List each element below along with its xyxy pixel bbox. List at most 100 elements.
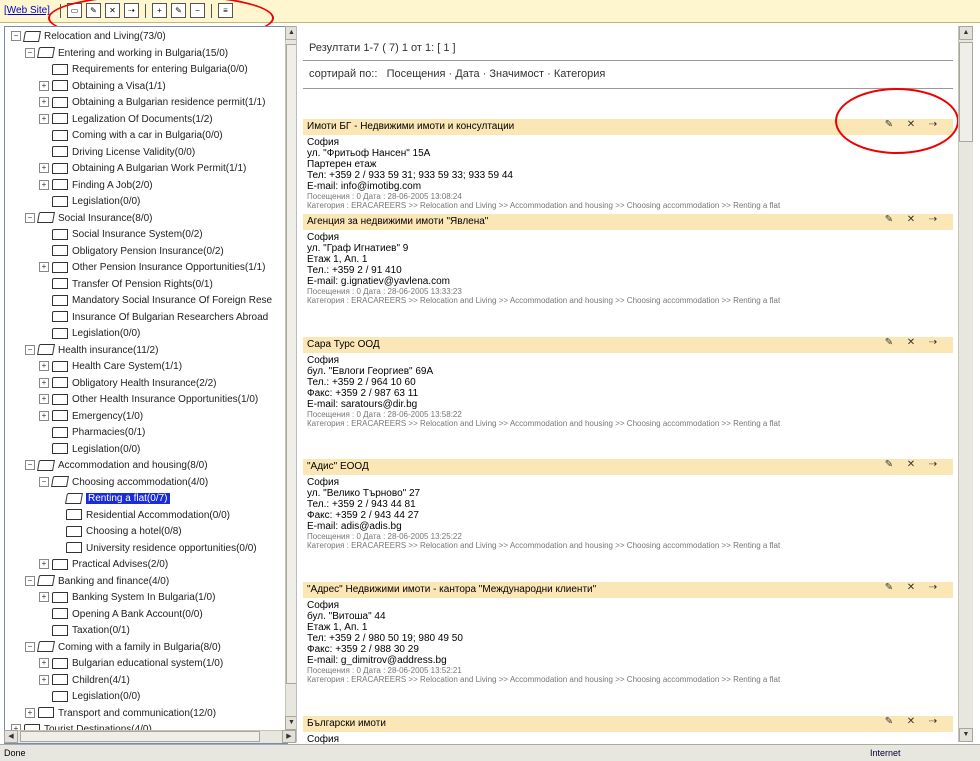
expand-icon[interactable]: + xyxy=(39,163,49,174)
tree-node[interactable]: Legislation(0/0) xyxy=(39,442,140,458)
sort-by-category[interactable]: Категория xyxy=(554,68,605,80)
result-title[interactable]: "Адрес" Недвижими имоти - кантора "Между… xyxy=(307,584,596,595)
tree-node[interactable]: + Obtaining a Visa(1/1) xyxy=(39,79,166,95)
scroll-down-arrow[interactable]: ▼ xyxy=(959,728,973,742)
tree-node-label[interactable]: Opening A Bank Account(0/0) xyxy=(72,609,203,620)
tree-node[interactable]: Residential Accommodation(0/0) xyxy=(53,508,230,524)
tree-node[interactable]: Taxation(0/1) xyxy=(39,623,130,639)
tree-node[interactable]: + Other Health Insurance Opportunities(1/… xyxy=(39,392,258,408)
tree-node-label[interactable]: Residential Accommodation(0/0) xyxy=(86,510,230,521)
result-title[interactable]: Български имоти xyxy=(307,718,386,729)
tree-node-label[interactable]: Coming with a family in Bulgaria(8/0) xyxy=(58,642,221,653)
tree-node-label[interactable]: Obtaining a Visa(1/1) xyxy=(72,81,166,92)
move-entry-icon[interactable]: ⇢ xyxy=(927,214,939,226)
tree-node[interactable]: Requirements for entering Bulgaria(0/0) xyxy=(39,62,248,78)
tree-node-label[interactable]: Legislation(0/0) xyxy=(72,328,140,339)
tree-node-label[interactable]: Choosing a hotel(0/8) xyxy=(86,526,182,537)
tree-node-label[interactable]: Obligatory Health Insurance(2/2) xyxy=(72,378,217,389)
tree-node[interactable]: Pharmacies(0/1) xyxy=(39,425,145,441)
tree-node[interactable]: Mandatory Social Insurance Of Foreign Re… xyxy=(39,293,272,309)
expand-icon[interactable]: + xyxy=(39,97,49,108)
tree-node[interactable]: + Obtaining A Bulgarian Work Permit(1/1) xyxy=(39,161,246,177)
tree-node[interactable]: − Social Insurance(8/0) xyxy=(25,211,153,227)
tree-horizontal-scrollbar[interactable]: ◀ ▶ xyxy=(4,730,297,743)
result-title[interactable]: Сара Турс ООД xyxy=(307,339,380,350)
delete-entry-icon[interactable]: ✕ xyxy=(905,582,917,594)
tree-node-label[interactable]: Banking System In Bulgaria(1/0) xyxy=(72,592,215,603)
tree-node[interactable]: Transfer Of Pension Rights(0/1) xyxy=(39,277,213,293)
tree-node[interactable]: − Health insurance(11/2) xyxy=(25,343,158,359)
collapse-icon[interactable]: − xyxy=(25,460,35,471)
tree-node[interactable]: − Banking and finance(4/0) xyxy=(25,574,169,590)
tree-node[interactable]: − Accommodation and housing(8/0) xyxy=(25,458,208,474)
result-title[interactable]: Имоти БГ - Недвижими имоти и консултации xyxy=(307,121,514,132)
tree-node-label[interactable]: Children(4/1) xyxy=(72,675,130,686)
edit-entry-icon[interactable]: ✎ xyxy=(883,716,895,728)
delete-entry-icon[interactable]: ✕ xyxy=(905,214,917,226)
delete-entry-icon[interactable]: ✕ xyxy=(905,337,917,349)
collapse-icon[interactable]: − xyxy=(11,31,21,42)
tree-node[interactable]: Social Insurance System(0/2) xyxy=(39,227,203,243)
tree-node-label[interactable]: Finding A Job(2/0) xyxy=(72,180,153,191)
tree-node-label[interactable]: Legislation(0/0) xyxy=(72,196,140,207)
tree-node-label[interactable]: Taxation(0/1) xyxy=(72,625,130,636)
collapse-icon[interactable]: − xyxy=(25,344,35,355)
tree-node-label[interactable]: Bulgarian educational system(1/0) xyxy=(72,658,223,669)
tree-node[interactable]: + Other Pension Insurance Opportunities(1… xyxy=(39,260,265,276)
expand-icon[interactable]: + xyxy=(39,179,49,190)
result-title[interactable]: Агенция за недвижими имоти "Явлена" xyxy=(307,216,488,227)
scroll-thumb[interactable] xyxy=(959,42,973,142)
tree-node[interactable]: + Obligatory Health Insurance(2/2) xyxy=(39,376,217,392)
scroll-right-arrow[interactable]: ▶ xyxy=(282,730,296,743)
tree-node-label[interactable]: Transfer Of Pension Rights(0/1) xyxy=(72,279,213,290)
tree-node[interactable]: + Banking System In Bulgaria(1/0) xyxy=(39,590,215,606)
tree-node[interactable]: − Entering and working in Bulgaria(15/0) xyxy=(25,46,228,62)
tree-node[interactable]: + Children(4/1) xyxy=(39,673,130,689)
tree-node[interactable]: + Emergency(1/0) xyxy=(39,409,143,425)
sort-by-visits[interactable]: Посещения xyxy=(387,68,446,80)
tree-node[interactable]: − Relocation and Living(73/0) xyxy=(11,29,166,45)
tree-node-label[interactable]: Legislation(0/0) xyxy=(72,691,140,702)
tree-node-label[interactable]: Obligatory Pension Insurance(0/2) xyxy=(72,246,224,257)
tree-node-label[interactable]: Legislation(0/0) xyxy=(72,444,140,455)
tree-node[interactable]: Choosing a hotel(0/8) xyxy=(53,524,182,540)
tree-node-label[interactable]: Renting a flat(0/7) xyxy=(86,493,170,504)
edit-entry-icon[interactable]: ✎ xyxy=(883,582,895,594)
tree-node-label[interactable]: Accommodation and housing(8/0) xyxy=(58,460,208,471)
expand-icon[interactable]: + xyxy=(39,377,49,388)
tree-node[interactable]: University residence opportunities(0/0) xyxy=(53,541,257,557)
tree-node[interactable]: + Health Care System(1/1) xyxy=(39,359,182,375)
expand-icon[interactable]: + xyxy=(39,559,49,570)
collapse-icon[interactable]: − xyxy=(25,47,35,58)
edit-entry-icon[interactable]: ✎ xyxy=(883,214,895,226)
collapse-icon[interactable]: − xyxy=(25,641,35,652)
tree-node-label[interactable]: Obtaining A Bulgarian Work Permit(1/1) xyxy=(72,163,246,174)
expand-icon[interactable]: + xyxy=(39,658,49,669)
tree-node[interactable]: + Practical Advises(2/0) xyxy=(39,557,168,573)
move-entry-icon[interactable]: ⇢ xyxy=(927,459,939,471)
tree-node[interactable]: Renting a flat(0/7) xyxy=(53,491,170,507)
tree-node-label[interactable]: Health Care System(1/1) xyxy=(72,361,182,372)
delete-entry-icon[interactable]: ✕ xyxy=(905,716,917,728)
expand-icon[interactable]: + xyxy=(39,410,49,421)
edit-entry-icon[interactable]: ✎ xyxy=(883,337,895,349)
expand-icon[interactable]: + xyxy=(39,361,49,372)
tree-node-label[interactable]: Banking and finance(4/0) xyxy=(58,576,169,587)
tree-node-label[interactable]: Social Insurance System(0/2) xyxy=(72,229,203,240)
expand-icon[interactable]: + xyxy=(39,592,49,603)
tree-node-label[interactable]: Relocation and Living(73/0) xyxy=(44,31,166,42)
tree-node-label[interactable]: Obtaining a Bulgarian residence permit(1… xyxy=(72,97,265,108)
expand-icon[interactable]: + xyxy=(39,113,49,124)
tree-node-label[interactable]: Choosing accommodation(4/0) xyxy=(72,477,208,488)
expand-icon[interactable]: + xyxy=(39,674,49,685)
expand-icon[interactable]: + xyxy=(39,394,49,405)
tree-node[interactable]: Legislation(0/0) xyxy=(39,326,140,342)
tree-node-label[interactable]: Other Health Insurance Opportunities(1/0… xyxy=(72,394,258,405)
delete-entry-icon[interactable]: ✕ xyxy=(905,459,917,471)
tree-node-label[interactable]: Other Pension Insurance Opportunities(1/… xyxy=(72,262,265,273)
tree-node[interactable]: + Bulgarian educational system(1/0) xyxy=(39,656,223,672)
tree-node-label[interactable]: Transport and communication(12/0) xyxy=(58,708,216,719)
tree-node-label[interactable]: Insurance Of Bulgarian Researchers Abroa… xyxy=(72,312,268,323)
expand-icon[interactable]: + xyxy=(25,707,35,718)
collapse-icon[interactable]: − xyxy=(25,575,35,586)
